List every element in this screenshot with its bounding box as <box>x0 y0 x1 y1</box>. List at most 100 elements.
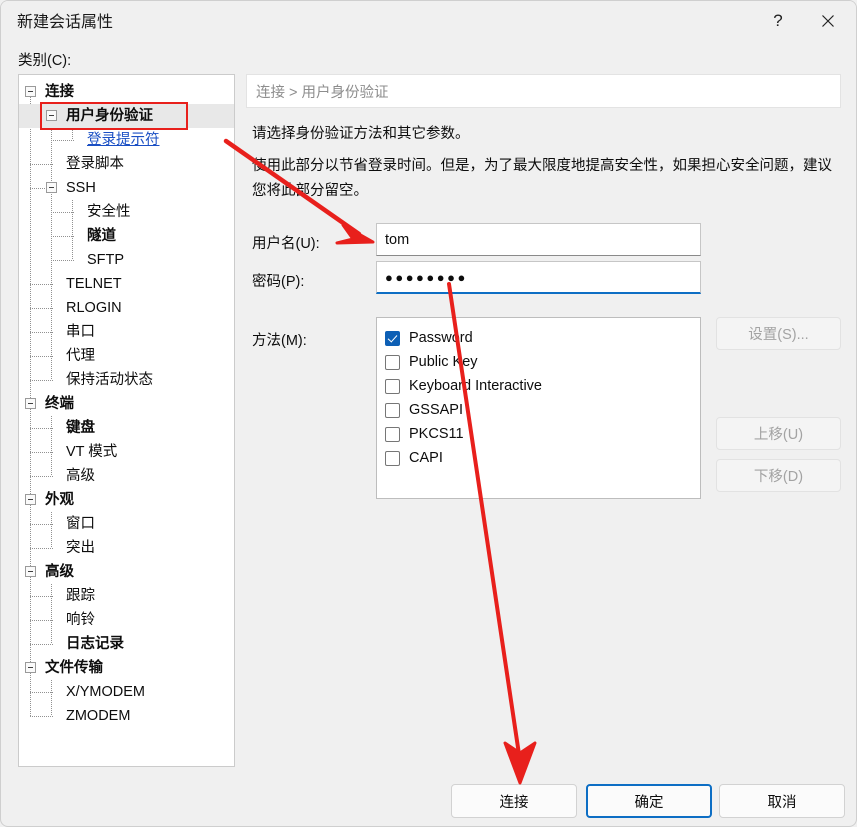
tree-item-label: 突出 <box>66 540 95 556</box>
tree-item-15[interactable]: VT 模式 <box>19 440 234 464</box>
method-item-label: CAPI <box>409 450 443 466</box>
tree-item-24[interactable]: 文件传输 <box>19 656 234 680</box>
tree-item-12[interactable]: 保持活动状态 <box>19 368 234 392</box>
tree-item-label: 跟踪 <box>66 588 95 604</box>
category-label: 类别(C): <box>18 53 72 69</box>
tree-item-label: 串口 <box>66 324 95 340</box>
tree-item-14[interactable]: 键盘 <box>19 416 234 440</box>
tree-item-8[interactable]: TELNET <box>19 272 234 296</box>
method-item-1[interactable]: Public Key <box>385 350 700 374</box>
tree-item-4[interactable]: SSH <box>19 176 234 200</box>
checkbox-icon[interactable] <box>385 402 400 418</box>
tree-expander-icon[interactable] <box>25 566 36 577</box>
checkbox-icon[interactable] <box>385 354 400 370</box>
method-item-label: Password <box>409 330 473 346</box>
method-item-0[interactable]: Password <box>385 326 700 350</box>
password-label: 密码(P): <box>252 274 305 290</box>
tree-item-13[interactable]: 终端 <box>19 392 234 416</box>
title-bar: 新建会话属性 ? <box>1 1 856 46</box>
tree-item-21[interactable]: 跟踪 <box>19 584 234 608</box>
tree-item-20[interactable]: 高级 <box>19 560 234 584</box>
checkbox-icon[interactable] <box>385 426 400 442</box>
tree-item-label: 高级 <box>66 468 95 484</box>
method-item-label: GSSAPI <box>409 402 463 418</box>
session-properties-dialog: 新建会话属性 ? 类别(C): 连接 用户身份验证 登录提示符 登录脚本 SSH 安全性隧… <box>0 0 857 827</box>
tree-item-2[interactable]: 登录提示符 <box>19 128 234 152</box>
tree-item-10[interactable]: 串口 <box>19 320 234 344</box>
method-item-4[interactable]: PKCS11 <box>385 422 700 446</box>
tree-item-label: 文件传输 <box>45 660 103 676</box>
tree-item-9[interactable]: RLOGIN <box>19 296 234 320</box>
help-glyph: ? <box>773 11 783 30</box>
close-glyph <box>822 15 834 27</box>
tree-expander-icon[interactable] <box>25 398 36 409</box>
tree-item-23[interactable]: 日志记录 <box>19 632 234 656</box>
tree-item-1[interactable]: 用户身份验证 <box>19 104 234 128</box>
username-input[interactable]: tom <box>376 223 701 256</box>
tree-item-17[interactable]: 外观 <box>19 488 234 512</box>
move-down-button[interactable]: 下移(D) <box>716 459 841 492</box>
tree-expander-icon[interactable] <box>46 110 57 121</box>
method-item-label: Public Key <box>409 354 478 370</box>
method-item-5[interactable]: CAPI <box>385 446 700 470</box>
username-label: 用户名(U): <box>252 236 320 252</box>
method-item-2[interactable]: Keyboard Interactive <box>385 374 700 398</box>
tree-item-label: SFTP <box>87 252 125 268</box>
tree-expander-icon[interactable] <box>46 182 57 193</box>
tree-item-25[interactable]: X/YMODEM <box>19 680 234 704</box>
connect-button[interactable]: 连接 <box>451 784 577 818</box>
tree-item-label: 连接 <box>45 84 74 100</box>
tree-item-label: 代理 <box>66 348 95 364</box>
tree-item-label: 窗口 <box>66 516 95 532</box>
content-panel: 连接 > 用户身份验证 请选择身份验证方法和其它参数。 使用此部分以节省登录时间… <box>246 74 841 767</box>
tree-item-label: ZMODEM <box>66 708 131 724</box>
tree-item-3[interactable]: 登录脚本 <box>19 152 234 176</box>
description-line-1: 请选择身份验证方法和其它参数。 <box>252 126 470 142</box>
close-icon[interactable] <box>805 1 851 41</box>
tree-item-label: 响铃 <box>66 612 95 628</box>
move-up-button[interactable]: 上移(U) <box>716 417 841 450</box>
tree-item-label: 键盘 <box>66 420 95 436</box>
method-list[interactable]: Password Public Key Keyboard Interactive GS… <box>376 317 701 499</box>
tree-item-label: 日志记录 <box>66 636 124 652</box>
tree-item-label: SSH <box>66 180 96 196</box>
tree-item-label: VT 模式 <box>66 444 118 460</box>
tree-item-label: 外观 <box>45 492 74 508</box>
tree-item-label: X/YMODEM <box>66 684 145 700</box>
ok-button[interactable]: 确定 <box>586 784 712 818</box>
tree-item-19[interactable]: 突出 <box>19 536 234 560</box>
tree-item-5[interactable]: 安全性 <box>19 200 234 224</box>
checkbox-icon[interactable] <box>385 450 400 466</box>
cancel-button[interactable]: 取消 <box>719 784 845 818</box>
tree-item-0[interactable]: 连接 <box>19 80 234 104</box>
tree-item-label: RLOGIN <box>66 300 122 316</box>
tree-item-7[interactable]: SFTP <box>19 248 234 272</box>
window-title: 新建会话属性 <box>17 14 114 31</box>
tree-expander-icon[interactable] <box>25 662 36 673</box>
tree-expander-icon[interactable] <box>25 494 36 505</box>
tree-item-label: 登录脚本 <box>66 156 124 172</box>
tree-item-18[interactable]: 窗口 <box>19 512 234 536</box>
tree-item-26[interactable]: ZMODEM <box>19 704 234 728</box>
settings-button[interactable]: 设置(S)... <box>716 317 841 350</box>
category-tree[interactable]: 连接用户身份验证登录提示符登录脚本 SSH 安全性隧道 SFTP TELNET RLOGI… <box>18 74 235 767</box>
help-icon[interactable]: ? <box>755 1 801 41</box>
tree-item-11[interactable]: 代理 <box>19 344 234 368</box>
tree-item-label: 隧道 <box>87 228 116 244</box>
tree-item-16[interactable]: 高级 <box>19 464 234 488</box>
tree-item-label: 用户身份验证 <box>66 108 153 124</box>
tree-item-label: TELNET <box>66 276 122 292</box>
tree-item-label: 保持活动状态 <box>66 372 153 388</box>
tree-item-label: 高级 <box>45 564 74 580</box>
checkbox-icon[interactable] <box>385 378 400 394</box>
tree-item-22[interactable]: 响铃 <box>19 608 234 632</box>
checkbox-icon[interactable] <box>385 330 400 346</box>
tree-item-label: 登录提示符 <box>87 132 160 148</box>
tree-item-6[interactable]: 隧道 <box>19 224 234 248</box>
tree-item-label: 安全性 <box>87 204 131 220</box>
method-item-label: PKCS11 <box>409 426 464 442</box>
method-label: 方法(M): <box>252 333 307 349</box>
password-input[interactable]: ●●●●●●●● <box>376 261 701 294</box>
tree-expander-icon[interactable] <box>25 86 36 97</box>
method-item-3[interactable]: GSSAPI <box>385 398 700 422</box>
